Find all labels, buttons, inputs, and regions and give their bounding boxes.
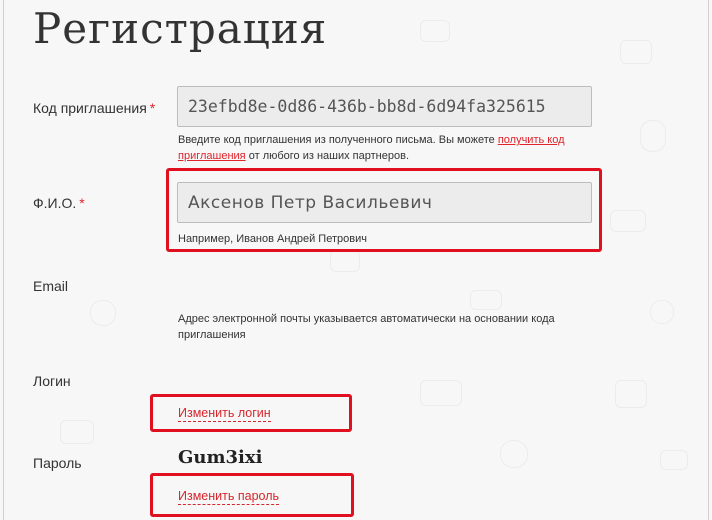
fio-highlight-box <box>166 168 602 252</box>
invite-code-input[interactable]: 23efbd8e-0d86-436b-bb8d-6d94fa325615 <box>177 86 592 127</box>
email-hint: Адрес электронной почты указывается авто… <box>178 313 555 341</box>
email-label: Email <box>33 278 69 294</box>
change-password-highlight-box <box>150 473 354 517</box>
fio-label: Ф.И.О. * <box>33 195 85 211</box>
invite-code-value: 23efbd8e-0d86-436b-bb8d-6d94fa325615 <box>188 97 546 116</box>
page-title: Регистрация <box>33 4 328 53</box>
invite-code-label: Код приглашения * <box>33 100 156 116</box>
change-login-highlight-box <box>150 394 352 432</box>
registration-form: Регистрация Код приглашения * 23efbd8e-0d… <box>0 0 712 520</box>
login-label: Логин <box>33 373 71 389</box>
required-mark: * <box>149 100 156 116</box>
password-value: Gum3ixi <box>178 447 263 468</box>
password-label: Пароль <box>33 455 82 471</box>
required-mark: * <box>79 195 85 211</box>
invite-code-hint: Введите код приглашения из полученного п… <box>178 134 565 162</box>
